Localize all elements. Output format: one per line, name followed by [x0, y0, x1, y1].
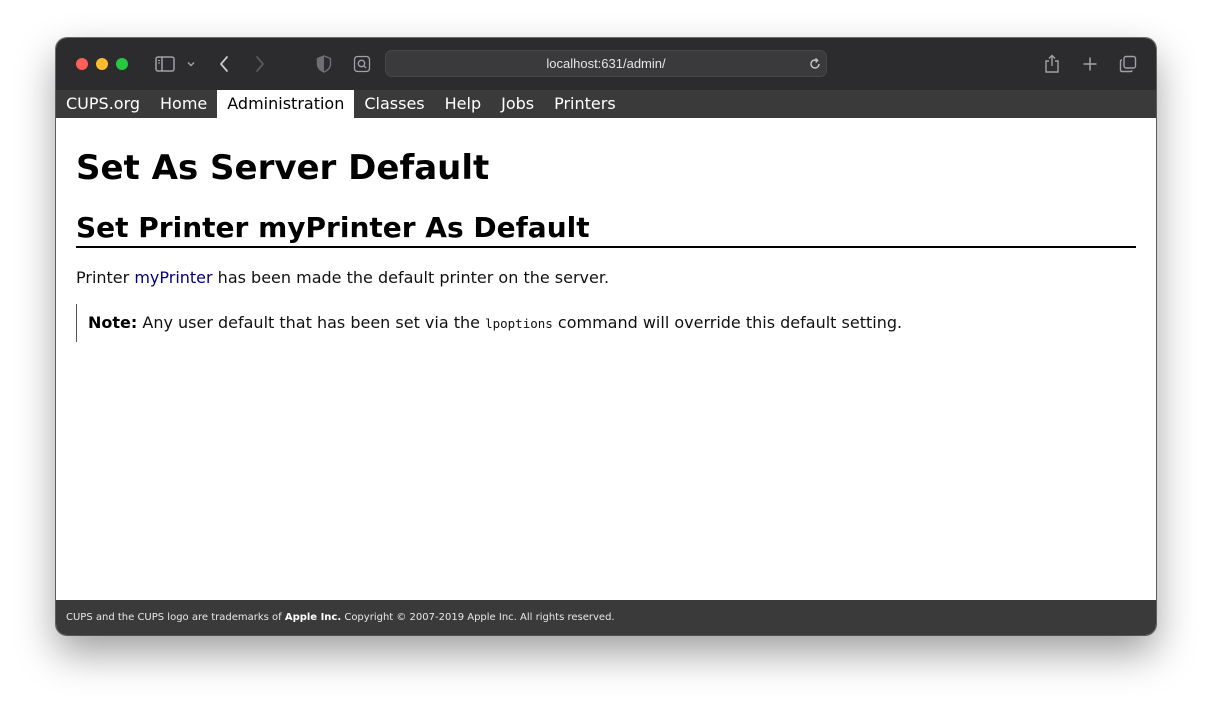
- status-message-suffix: has been made the default printer on the…: [212, 268, 610, 287]
- status-message: Printer myPrinter has been made the defa…: [76, 268, 609, 287]
- new-tab-icon[interactable]: [1080, 52, 1100, 76]
- forward-icon[interactable]: [252, 52, 268, 76]
- footer-company: Apple Inc.: [284, 612, 342, 623]
- reload-icon[interactable]: [808, 56, 822, 75]
- note-block: Note: Any user default that has been set…: [76, 304, 902, 342]
- shield-icon[interactable]: [315, 52, 333, 76]
- reader-icon[interactable]: [352, 52, 372, 76]
- sidebar-icon[interactable]: [153, 52, 177, 76]
- browser-window: localhost:631/admin/ CUPS.org Home Admin…: [56, 38, 1156, 635]
- share-icon[interactable]: [1042, 52, 1062, 76]
- note-label: Note:: [88, 313, 138, 332]
- note-command: lpoptions: [485, 316, 553, 331]
- page-content: Set As Server Default Set Printer myPrin…: [56, 118, 1156, 600]
- address-text[interactable]: localhost:631/admin/: [385, 50, 827, 77]
- zoom-window-button[interactable]: [116, 58, 128, 70]
- nav-printers[interactable]: Printers: [544, 90, 626, 118]
- page-footer: CUPS and the CUPS logo are trademarks of…: [56, 600, 1156, 635]
- note-text-prefix: Any user default that has been set via t…: [137, 313, 486, 332]
- minimize-window-button[interactable]: [96, 58, 108, 70]
- printer-link[interactable]: myPrinter: [134, 268, 212, 287]
- close-window-button[interactable]: [76, 58, 88, 70]
- nav-classes[interactable]: Classes: [354, 90, 434, 118]
- page-title: Set As Server Default: [76, 148, 490, 188]
- nav-cups-org[interactable]: CUPS.org: [56, 90, 150, 118]
- address-bar[interactable]: localhost:631/admin/: [385, 50, 827, 77]
- cups-nav-bar: CUPS.org Home Administration Classes Hel…: [56, 90, 1156, 118]
- nav-administration[interactable]: Administration: [217, 90, 355, 118]
- tabs-overview-icon[interactable]: [1117, 52, 1139, 76]
- nav-home[interactable]: Home: [150, 90, 217, 118]
- note-text-suffix: command will override this default setti…: [552, 313, 903, 332]
- browser-toolbar: localhost:631/admin/: [56, 38, 1156, 90]
- nav-jobs[interactable]: Jobs: [491, 90, 544, 118]
- back-icon[interactable]: [216, 52, 232, 76]
- nav-help[interactable]: Help: [435, 90, 491, 118]
- footer-suffix: Copyright © 2007-2019 Apple Inc. All rig…: [341, 612, 615, 623]
- page-subtitle: Set Printer myPrinter As Default: [76, 210, 1136, 248]
- chevron-down-icon[interactable]: [185, 52, 197, 76]
- status-message-prefix: Printer: [76, 268, 135, 287]
- footer-prefix: CUPS and the CUPS logo are trademarks of: [66, 612, 285, 623]
